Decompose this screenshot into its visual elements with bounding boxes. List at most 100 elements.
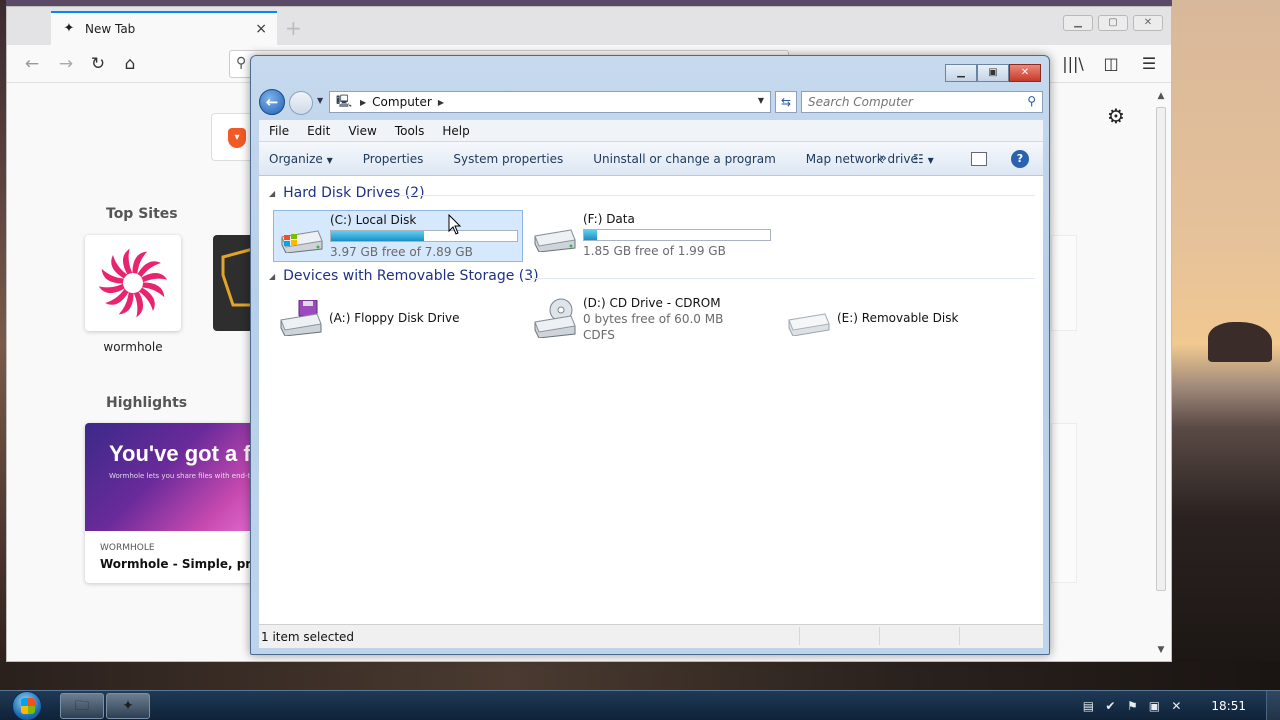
explorer-caption-buttons: ▁ ▣ ✕	[945, 64, 1041, 82]
volume-muted-icon[interactable]: ✕	[1165, 699, 1187, 713]
organize-button[interactable]: Organize ▼	[269, 152, 333, 166]
explorer-minimize-button[interactable]: ▁	[945, 64, 977, 82]
change-view-icon[interactable]: ☷ ▼	[913, 152, 934, 166]
desktop-wallpaper-bottom	[0, 662, 1280, 690]
system-properties-button[interactable]: System properties	[453, 152, 563, 166]
computer-icon: 🖳	[336, 93, 353, 108]
drive-e-removable[interactable]: (E:) Removable Disk	[781, 294, 1031, 346]
address-dropdown-icon[interactable]: ▼	[758, 96, 764, 105]
command-bar: Organize ▼ Properties System properties …	[259, 142, 1043, 176]
status-bar: 1 item selected	[259, 624, 1043, 648]
drive-free-space: 1.85 GB free of 1.99 GB	[583, 244, 726, 258]
wormhole-logo-center	[123, 273, 143, 293]
uninstall-program-button[interactable]: Uninstall or change a program	[593, 152, 776, 166]
menu-edit[interactable]: Edit	[307, 124, 330, 138]
help-icon[interactable]: ?	[1011, 149, 1029, 168]
group-divider	[529, 278, 1035, 279]
browser-minimize-button[interactable]: ▁	[1063, 15, 1093, 31]
menu-tools[interactable]: Tools	[395, 124, 425, 138]
taskbar-explorer-button[interactable]: 🗀	[60, 693, 104, 719]
action-center-flag-icon[interactable]: ⚑	[1121, 699, 1143, 713]
organize-dropdown-icon: ▼	[326, 155, 333, 165]
breadcrumb-computer[interactable]: Computer	[372, 95, 432, 109]
drive-name: (D:) CD Drive - CDROM	[583, 296, 721, 310]
hard-drive-icon	[534, 229, 576, 252]
drive-free-space: 0 bytes free of 60.0 MB	[583, 312, 724, 326]
library-icon[interactable]: |||\	[1061, 51, 1085, 77]
explorer-forward-icon[interactable]	[289, 91, 313, 115]
sidebar-icon[interactable]: ◫	[1099, 51, 1123, 77]
address-bar[interactable]: 🖳 ▶ Computer ▶ ▼	[329, 91, 771, 113]
drive-d-cd[interactable]: (D:) CD Drive - CDROM 0 bytes free of 60…	[527, 294, 777, 346]
reload-icon[interactable]: ↻	[85, 51, 111, 77]
drive-filesystem: CDFS	[583, 328, 615, 342]
page-scrollbar[interactable]: ▲ ▼	[1153, 91, 1169, 659]
menu-help[interactable]: Help	[442, 124, 469, 138]
explorer-close-button[interactable]: ✕	[1009, 64, 1041, 82]
scroll-up-icon[interactable]: ▲	[1153, 91, 1169, 101]
search-input[interactable]	[802, 92, 1012, 112]
collapse-arrow-icon[interactable]: ◢	[269, 272, 275, 281]
show-desktop-button[interactable]	[1266, 691, 1280, 720]
group-label: Hard Disk Drives (2)	[283, 185, 425, 201]
tab-new-tab[interactable]: ✦ New Tab ×	[51, 11, 277, 45]
tab-strip: ✦ New Tab × + ▁ ▢ ✕	[7, 7, 1171, 45]
more-commands-icon[interactable]: »	[879, 151, 887, 166]
start-button[interactable]	[8, 691, 48, 720]
drive-name: (A:) Floppy Disk Drive	[329, 311, 460, 325]
hamburger-menu-icon[interactable]: ☰	[1137, 51, 1161, 77]
browser-close-button[interactable]: ✕	[1133, 15, 1163, 31]
explorer-back-icon[interactable]: ←	[259, 89, 285, 115]
forward-arrow-icon[interactable]: →	[53, 51, 79, 77]
highlight-image-subtext: Wormhole lets you share files with end-t…	[109, 472, 255, 480]
back-arrow-icon[interactable]: ←	[19, 51, 45, 77]
recent-pages-icon[interactable]: ▼	[317, 96, 323, 105]
browser-window-controls: ▁ ▢ ✕	[1063, 15, 1163, 31]
explorer-maximize-button[interactable]: ▣	[977, 64, 1009, 82]
group-label: Devices with Removable Storage (3)	[283, 268, 539, 284]
menu-view[interactable]: View	[348, 124, 376, 138]
status-separator	[959, 627, 960, 645]
tab-close-icon[interactable]: ×	[255, 21, 267, 37]
cd-drive-icon	[534, 298, 576, 338]
organize-label: Organize	[269, 151, 323, 166]
preview-pane-icon[interactable]	[971, 151, 987, 166]
menu-file[interactable]: File	[269, 124, 289, 138]
top-site-placeholder	[1051, 235, 1077, 331]
status-separator	[879, 627, 880, 645]
new-tab-button[interactable]: +	[285, 16, 302, 40]
breadcrumb-arrow-icon[interactable]: ▶	[438, 98, 444, 107]
map-network-drive-button[interactable]: Map network drive	[806, 152, 918, 166]
group-header-removable[interactable]: ◢ Devices with Removable Storage (3)	[269, 268, 539, 284]
properties-button[interactable]: Properties	[363, 152, 424, 166]
clock[interactable]: 18:51	[1211, 699, 1246, 713]
collapse-arrow-icon[interactable]: ◢	[269, 189, 275, 198]
search-icon[interactable]: ⚲	[1027, 94, 1036, 108]
network-tray-icon[interactable]: ▣	[1143, 699, 1165, 713]
highlight-card[interactable]: You've got a f Wormhole lets you share f…	[85, 423, 255, 583]
address-row: ← ▼ 🖳 ▶ Computer ▶ ▼ ⇆ ⚲	[259, 89, 1043, 115]
top-site-tile-wormhole[interactable]	[85, 235, 181, 331]
customize-gear-icon[interactable]: ⚙	[1107, 104, 1125, 128]
group-header-hard-disks[interactable]: ◢ Hard Disk Drives (2)	[269, 185, 425, 201]
desktop-wallpaper-right	[1172, 0, 1280, 690]
drive-c-local-disk[interactable]: (C:) Local Disk 3.97 GB free of 7.89 GB	[273, 210, 523, 262]
refresh-icon[interactable]: ⇆	[775, 91, 797, 113]
drive-f-data[interactable]: (F:) Data 1.85 GB free of 1.99 GB	[527, 210, 777, 262]
wallpaper-rock	[1208, 322, 1272, 362]
breadcrumb-arrow-icon[interactable]: ▶	[360, 98, 366, 107]
highlight-image-headline: You've got a f	[109, 441, 251, 466]
highlights-label: Highlights	[106, 395, 188, 411]
group-divider	[399, 195, 1035, 196]
taskbar-browser-button[interactable]: ✦	[106, 693, 150, 719]
drive-a-floppy[interactable]: (A:) Floppy Disk Drive	[273, 294, 523, 346]
browser-maximize-button[interactable]: ▢	[1098, 15, 1128, 31]
clipboard-tray-icon[interactable]: ▤	[1077, 699, 1099, 713]
explorer-search: ⚲	[801, 91, 1043, 113]
home-icon[interactable]: ⌂	[117, 51, 143, 77]
scrollbar-thumb[interactable]	[1156, 107, 1166, 591]
scroll-down-icon[interactable]: ▼	[1153, 645, 1169, 655]
tab-title: New Tab	[85, 22, 136, 36]
drive-name: (E:) Removable Disk	[837, 311, 959, 325]
security-tray-icon[interactable]: ✔	[1099, 699, 1121, 713]
